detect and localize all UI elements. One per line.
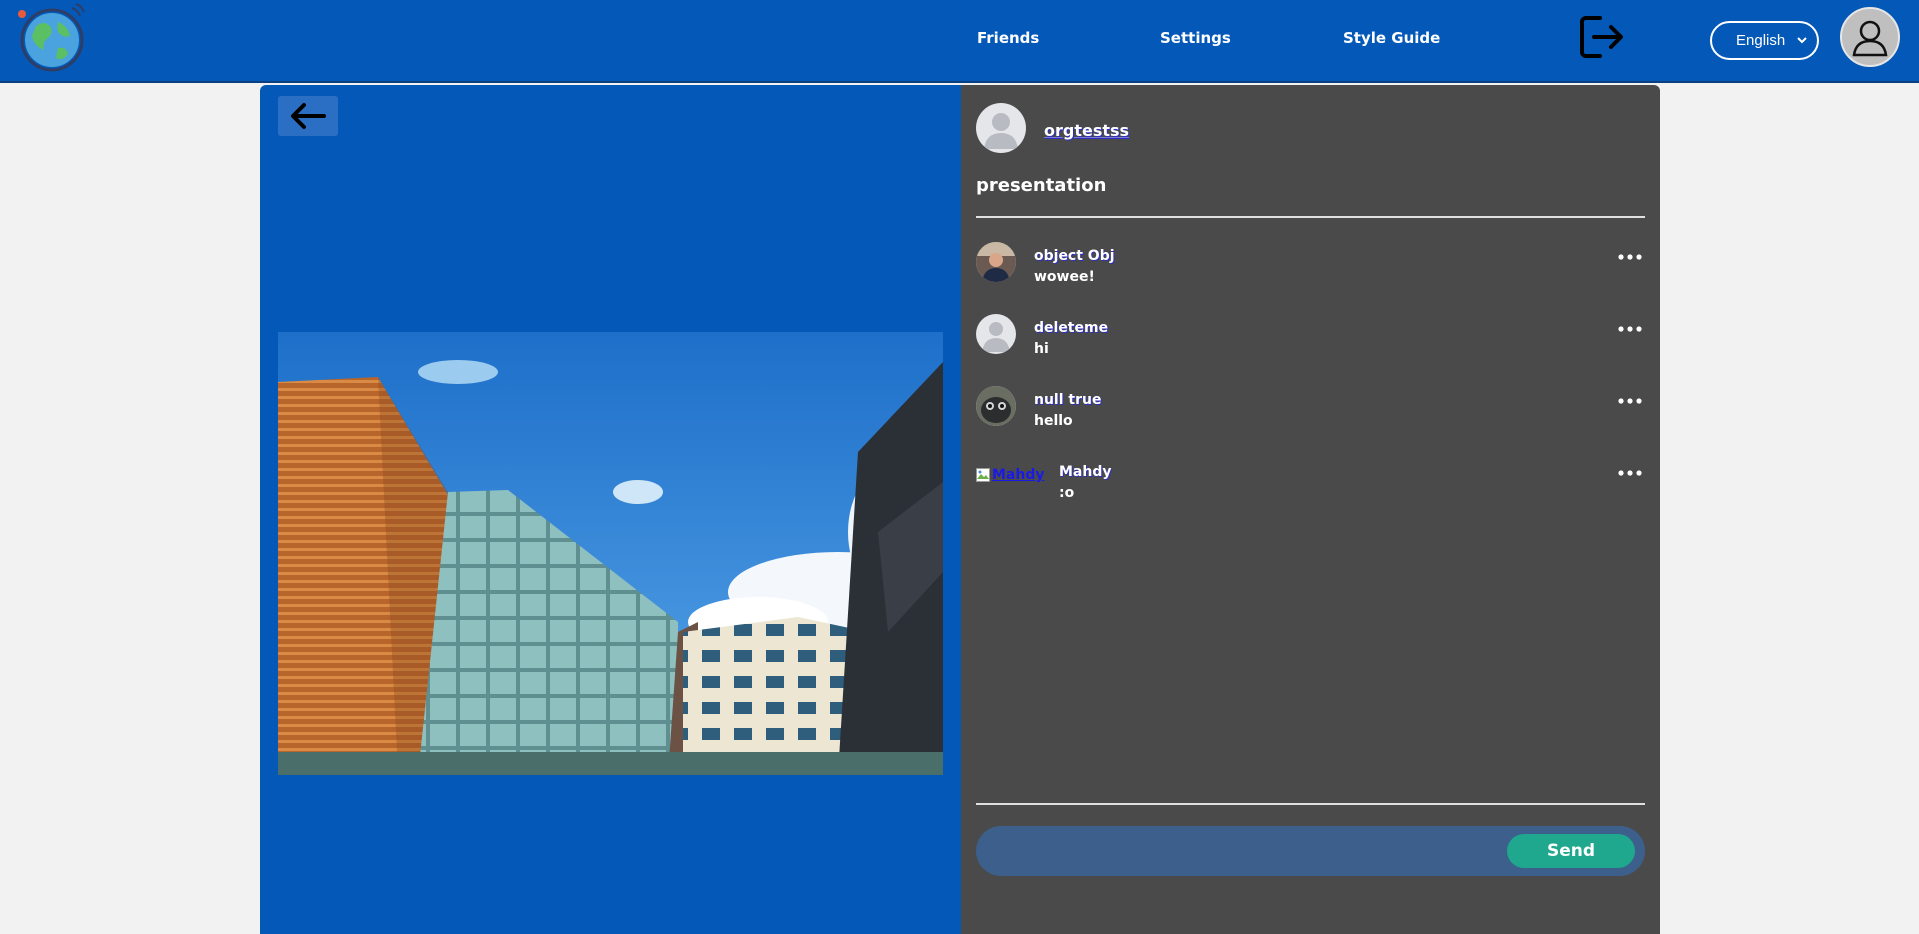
language-value: English [1736,32,1786,49]
nav-friends[interactable]: Friends [977,29,1039,47]
post-photo [278,332,943,775]
comment-author[interactable]: null true [1034,392,1101,408]
comment-avatar[interactable] [976,242,1016,282]
comment-avatar[interactable] [976,314,1016,354]
more-options-icon[interactable] [1617,392,1643,404]
broken-image-icon [976,468,990,482]
post-image-panel [260,85,961,934]
user-profile-avatar[interactable] [1840,7,1900,67]
comment-composer: Send [976,826,1645,876]
post-caption: presentation [976,175,1107,196]
chevron-down-icon [1796,33,1808,45]
comment-item: Mahdy Mahdy :o [976,458,1645,506]
arrow-left-icon [291,103,326,129]
divider [976,216,1645,218]
comment-text: wowee! [1034,269,1095,285]
more-options-icon[interactable] [1617,320,1643,332]
top-nav-bar: Friends Settings Style Guide English [0,0,1919,83]
comment-input[interactable] [996,834,1476,868]
broken-avatar-alt: Mahdy [992,467,1045,483]
nav-style-guide[interactable]: Style Guide [1343,29,1440,47]
comment-text: :o [1059,485,1075,501]
language-select[interactable]: English [1710,21,1819,60]
broken-avatar-image[interactable]: Mahdy [976,467,1045,483]
comment-text: hi [1034,341,1049,357]
comment-item: deleteme hi [976,314,1645,362]
comment-item: object Obj wowee! [976,242,1645,290]
comment-text: hello [1034,413,1073,429]
more-options-icon[interactable] [1617,464,1643,476]
send-button[interactable]: Send [1507,834,1635,868]
post-owner-name[interactable]: orgtestss [1044,121,1129,140]
more-options-icon[interactable] [1617,248,1643,260]
globe-logo-icon[interactable] [14,2,90,74]
divider [976,803,1645,805]
comment-item: null true hello [976,386,1645,434]
comment-author[interactable]: deleteme [1034,320,1108,336]
comment-author[interactable]: object Obj [1034,248,1115,264]
logout-icon[interactable] [1578,14,1626,60]
comment-avatar[interactable] [976,386,1016,426]
post-owner-avatar[interactable] [976,103,1026,153]
back-button[interactable] [278,96,338,136]
nav-settings[interactable]: Settings [1160,29,1231,47]
post-details-panel: orgtestss presentation object Obj wowee!… [961,85,1660,934]
comment-author[interactable]: Mahdy [1059,464,1112,480]
